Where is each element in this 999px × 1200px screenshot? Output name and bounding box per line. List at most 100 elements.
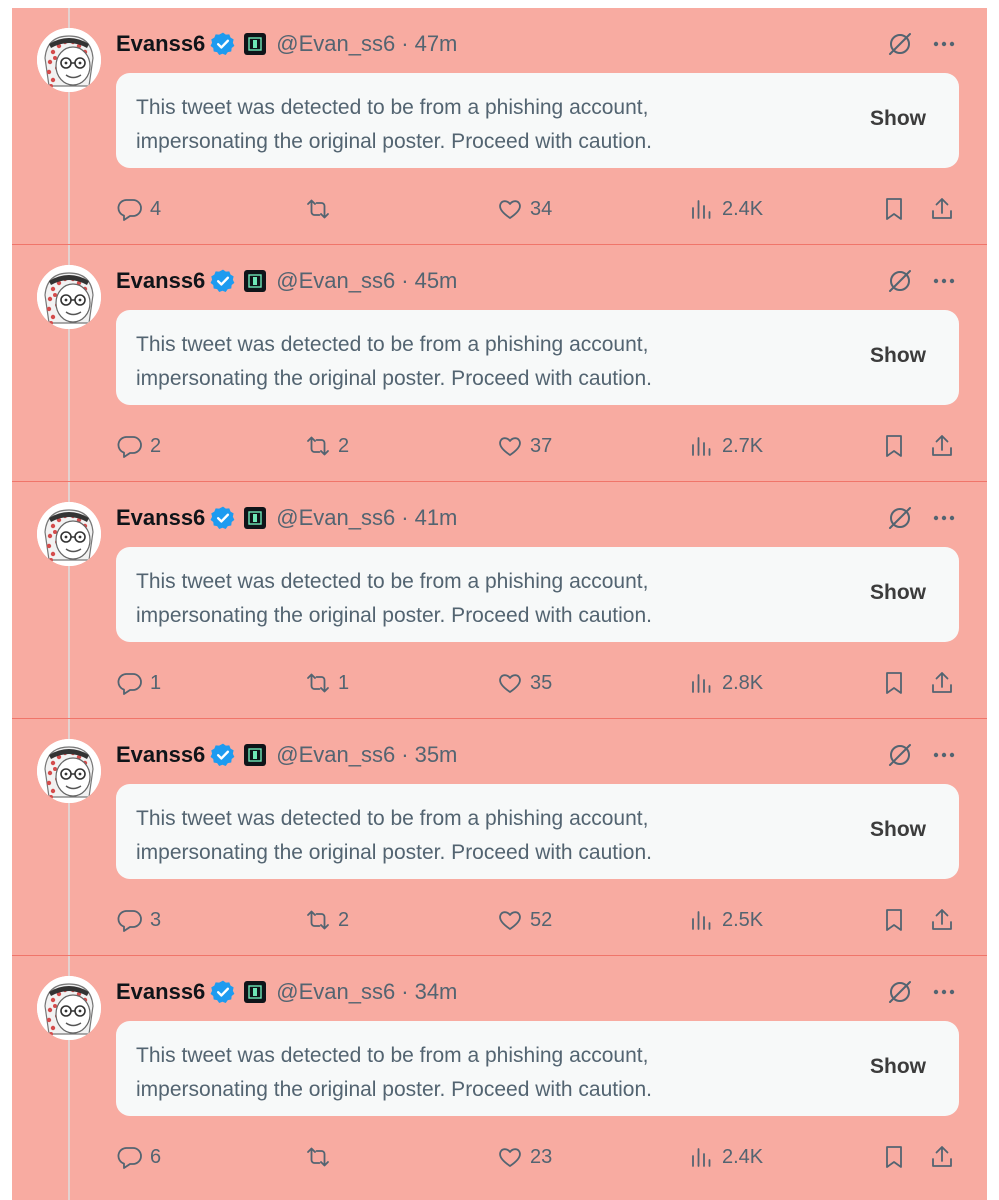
grok-icon[interactable]: [886, 978, 914, 1006]
share-button[interactable]: [928, 194, 956, 224]
reply-button[interactable]: 4: [116, 194, 161, 224]
reply-button[interactable]: 1: [116, 668, 161, 698]
action-bar: 1 1 35 2.8K: [116, 668, 976, 698]
verified-badge-icon[interactable]: [210, 268, 236, 294]
share-icon: [932, 909, 952, 930]
avatar[interactable]: [37, 739, 101, 803]
show-button[interactable]: Show: [870, 1055, 926, 1079]
like-button[interactable]: 37: [496, 431, 552, 461]
avatar[interactable]: [37, 28, 101, 92]
share-icon: [932, 1146, 952, 1167]
share-icon: [932, 198, 952, 219]
author-name[interactable]: Evanss6: [116, 742, 205, 768]
retweet-button[interactable]: 2: [304, 905, 349, 935]
share-button[interactable]: [928, 431, 956, 461]
verified-badge-icon[interactable]: [210, 31, 236, 57]
show-button[interactable]: Show: [870, 344, 926, 368]
views-button[interactable]: 2.4K: [688, 1142, 763, 1172]
views-button[interactable]: 2.4K: [688, 194, 763, 224]
tweet-3[interactable]: Evanss6 @Evan_ss6 · 41m This tweet was d…: [12, 482, 987, 719]
bookmark-button[interactable]: [880, 431, 908, 461]
avatar[interactable]: [37, 502, 101, 566]
phishing-warning: This tweet was detected to be from a phi…: [116, 310, 959, 405]
reply-count: 2: [150, 434, 162, 457]
author-name[interactable]: Evanss6: [116, 505, 205, 531]
views-button[interactable]: 2.8K: [688, 668, 763, 698]
retweet-button[interactable]: [304, 194, 338, 224]
author-handle[interactable]: @Evan_ss6: [276, 31, 395, 57]
author-name[interactable]: Evanss6: [116, 31, 205, 57]
retweet-button[interactable]: 1: [304, 668, 349, 698]
more-icon[interactable]: [930, 30, 958, 58]
retweet-button[interactable]: [304, 1142, 338, 1172]
reply-button[interactable]: 3: [116, 905, 161, 935]
affiliate-badge-icon[interactable]: [244, 33, 267, 55]
grok-icon[interactable]: [886, 741, 914, 769]
tweet-time[interactable]: 34m: [415, 979, 458, 1005]
show-button[interactable]: Show: [870, 107, 926, 131]
share-button[interactable]: [928, 668, 956, 698]
more-icon[interactable]: [930, 978, 958, 1006]
more-icon[interactable]: [930, 267, 958, 295]
views-icon: [692, 674, 711, 693]
affiliate-badge-icon[interactable]: [244, 981, 267, 1003]
views-button[interactable]: 2.5K: [688, 905, 763, 935]
separator-dot: ·: [401, 31, 409, 56]
avatar[interactable]: [37, 976, 101, 1040]
views-icon: [692, 1148, 711, 1167]
verified-badge-icon[interactable]: [210, 979, 236, 1005]
verified-badge-icon[interactable]: [210, 505, 236, 531]
show-button[interactable]: Show: [870, 581, 926, 605]
like-button[interactable]: 35: [496, 668, 552, 698]
bookmark-button[interactable]: [880, 194, 908, 224]
show-button[interactable]: Show: [870, 818, 926, 842]
grok-icon[interactable]: [886, 30, 914, 58]
grok-icon[interactable]: [886, 504, 914, 532]
author-handle[interactable]: @Evan_ss6: [276, 979, 395, 1005]
share-button[interactable]: [928, 1142, 956, 1172]
avatar[interactable]: [37, 265, 101, 329]
like-button[interactable]: 23: [496, 1142, 552, 1172]
bookmark-button[interactable]: [880, 668, 908, 698]
author-handle[interactable]: @Evan_ss6: [276, 742, 395, 768]
reply-button[interactable]: 6: [116, 1142, 161, 1172]
like-icon: [499, 674, 521, 693]
like-icon: [499, 437, 521, 456]
separator-dot: ·: [401, 742, 409, 767]
tweet-4[interactable]: Evanss6 @Evan_ss6 · 35m This tweet was d…: [12, 719, 987, 956]
share-button[interactable]: [928, 905, 956, 935]
author-name[interactable]: Evanss6: [116, 979, 205, 1005]
more-icon[interactable]: [930, 504, 958, 532]
tweet-time[interactable]: 35m: [415, 742, 458, 768]
more-icon[interactable]: [930, 741, 958, 769]
bookmark-button[interactable]: [880, 905, 908, 935]
tweet-1[interactable]: Evanss6 @Evan_ss6 · 47m This tweet was d…: [12, 8, 987, 245]
tweet-5[interactable]: Evanss6 @Evan_ss6 · 34m This tweet was d…: [12, 956, 987, 1193]
retweet-count: 1: [338, 671, 350, 694]
like-button[interactable]: 52: [496, 905, 552, 935]
author-name[interactable]: Evanss6: [116, 268, 205, 294]
reply-count: 4: [150, 197, 162, 220]
tweet-time[interactable]: 45m: [415, 268, 458, 294]
like-button[interactable]: 34: [496, 194, 552, 224]
views-button[interactable]: 2.7K: [688, 431, 763, 461]
tweet-header: Evanss6 @Evan_ss6 · 35m: [116, 741, 457, 769]
reply-icon: [117, 673, 142, 695]
affiliate-badge-icon[interactable]: [244, 507, 267, 529]
bookmark-button[interactable]: [880, 1142, 908, 1172]
verified-badge-icon[interactable]: [210, 742, 236, 768]
grok-icon[interactable]: [886, 267, 914, 295]
affiliate-badge-icon[interactable]: [244, 744, 267, 766]
author-handle[interactable]: @Evan_ss6: [276, 505, 395, 531]
retweet-button[interactable]: 2: [304, 431, 349, 461]
tweet-time[interactable]: 47m: [415, 31, 458, 57]
reply-icon: [117, 1147, 142, 1169]
tweet-time[interactable]: 41m: [415, 505, 458, 531]
retweet-icon: [307, 199, 329, 219]
author-handle[interactable]: @Evan_ss6: [276, 268, 395, 294]
like-count: 35: [530, 671, 553, 694]
reply-button[interactable]: 2: [116, 431, 161, 461]
affiliate-badge-icon[interactable]: [244, 270, 267, 292]
like-icon: [499, 911, 521, 930]
tweet-2[interactable]: Evanss6 @Evan_ss6 · 45m This tweet was d…: [12, 245, 987, 482]
